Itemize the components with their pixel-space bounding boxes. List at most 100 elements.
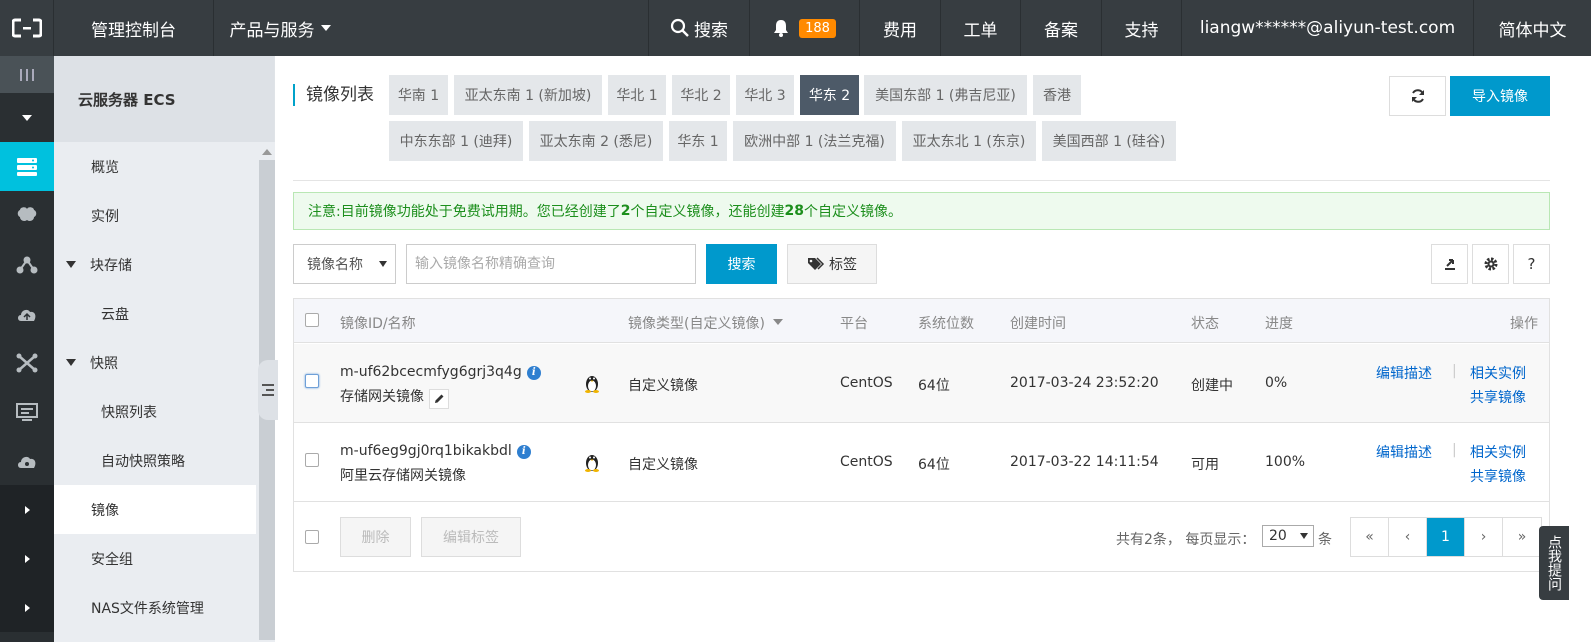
pager-first-button[interactable]: « [1351, 518, 1389, 556]
scroll-up-icon[interactable] [262, 149, 272, 155]
region-tab[interactable]: 华北 1 [608, 75, 666, 115]
notice-created-count: 2 [620, 203, 631, 219]
sidebar-item-disks[interactable]: 云盘 [54, 289, 256, 338]
expand-down-icon[interactable] [0, 93, 54, 142]
notice-text: 个自定义镜像，还能创建 [630, 204, 785, 220]
region-tab[interactable]: 亚太东南 1 (新加坡) [454, 75, 602, 115]
network-icon[interactable] [0, 240, 54, 289]
list-screen-icon[interactable] [0, 387, 54, 436]
region-tab[interactable]: 欧洲中部 1 (法兰克福) [733, 121, 896, 161]
language-menu[interactable]: 简体中文 [1473, 0, 1591, 56]
pager-next-button[interactable]: › [1465, 518, 1503, 556]
row-checkbox[interactable] [305, 374, 319, 388]
pager-prev-button[interactable]: ‹ [1389, 518, 1427, 556]
cloud-upload-icon[interactable] [0, 289, 54, 338]
aliyun-logo-icon[interactable] [0, 0, 54, 56]
brain-icon[interactable] [0, 191, 54, 240]
region-tab[interactable]: 华北 2 [672, 75, 730, 115]
products-menu[interactable]: 产品与服务 [214, 0, 346, 56]
chevron-right-icon[interactable] [0, 485, 54, 534]
sidebar-collapse-icon[interactable] [258, 360, 278, 420]
filter-type-select[interactable]: 镜像名称 [293, 244, 396, 284]
column-header-type[interactable]: 镜像类型(自定义镜像) [628, 313, 783, 333]
search-link[interactable]: 搜索 [648, 0, 749, 56]
refresh-button[interactable] [1389, 76, 1446, 116]
sidebar-item-auto-snapshot-policy[interactable]: 自动快照策略 [54, 436, 256, 485]
tag-button[interactable]: 标签 [787, 244, 877, 284]
info-icon[interactable]: i [516, 444, 531, 459]
divider: | [1452, 363, 1457, 379]
import-image-button[interactable]: 导入镜像 [1450, 76, 1550, 116]
related-instances-link[interactable]: 相关实例 [1470, 363, 1526, 383]
image-platform: CentOS [840, 454, 893, 470]
account-menu[interactable]: liangw******@aliyun-test.com [1181, 0, 1473, 56]
info-icon[interactable]: i [526, 365, 541, 380]
settings-button[interactable] [1472, 244, 1509, 284]
select-all-checkbox[interactable] [305, 313, 319, 327]
ticket-link[interactable]: 工单 [940, 0, 1020, 56]
filter-type-value: 镜像名称 [307, 257, 363, 273]
search-icon [670, 18, 689, 37]
notifications-button[interactable]: 188 [749, 0, 859, 56]
delete-button[interactable]: 删除 [340, 517, 411, 557]
select-all-footer-checkbox[interactable] [305, 530, 319, 544]
chevron-right-icon[interactable] [0, 534, 54, 583]
edit-tags-button[interactable]: 编辑标签 [421, 517, 521, 557]
cross-arrows-icon[interactable] [0, 338, 54, 387]
edit-description-link[interactable]: 编辑描述 [1376, 442, 1432, 462]
sidebar-item-overview[interactable]: 概览 [54, 142, 256, 191]
edit-description-link[interactable]: 编辑描述 [1376, 363, 1432, 383]
bell-icon [774, 20, 789, 37]
ask-question-float-button[interactable]: 点我提问 [1539, 526, 1569, 600]
image-id: m-uf62bcecmfyg6grj3q4g i [340, 364, 541, 380]
sidebar-item-nas[interactable]: NAS文件系统管理 [54, 583, 256, 632]
region-tab[interactable]: 中东东部 1 (迪拜) [389, 121, 523, 161]
region-tab[interactable]: 美国东部 1 (弗吉尼亚) [864, 75, 1027, 115]
column-header-status: 状态 [1191, 316, 1219, 332]
pager-current-page[interactable]: 1 [1427, 518, 1465, 556]
region-tab[interactable]: 华南 1 [389, 75, 448, 115]
server-icon[interactable] [0, 142, 54, 191]
page-size-select[interactable]: 20 [1262, 525, 1314, 547]
related-instances-link[interactable]: 相关实例 [1470, 442, 1526, 462]
region-tab-selected[interactable]: 华东 2 [800, 75, 859, 115]
console-home-link[interactable]: 管理控制台 [54, 0, 214, 56]
sidebar-item-images[interactable]: 镜像 [54, 485, 256, 534]
sidebar-item-security-groups[interactable]: 安全组 [54, 534, 256, 583]
pencil-icon[interactable] [429, 389, 449, 409]
search-input[interactable] [406, 244, 696, 284]
caret-down-icon [772, 319, 783, 325]
chevron-right-icon[interactable] [0, 583, 54, 632]
region-tab[interactable]: 华北 3 [736, 75, 794, 115]
image-progress: 100% [1265, 454, 1306, 470]
share-image-link[interactable]: 共享镜像 [1470, 387, 1526, 407]
divider [293, 180, 1550, 181]
sidebar-item-label: 安全组 [91, 551, 133, 568]
pager-last-button[interactable]: » [1503, 518, 1541, 556]
billing-label: 费用 [883, 20, 917, 41]
share-image-link[interactable]: 共享镜像 [1470, 466, 1526, 486]
support-link[interactable]: 支持 [1101, 0, 1181, 56]
menu-toggle-icon[interactable] [0, 56, 54, 93]
row-checkbox[interactable] [305, 453, 319, 467]
help-button[interactable]: ? [1513, 244, 1550, 284]
icp-link[interactable]: 备案 [1020, 0, 1101, 56]
sidebar-group-block-storage[interactable]: 块存储 [54, 240, 256, 289]
sidebar-group-snapshots[interactable]: 快照 [54, 338, 256, 387]
caret-down-icon [66, 359, 76, 366]
region-tab[interactable]: 美国西部 1 (硅谷) [1042, 121, 1176, 161]
table-header: 镜像ID/名称 镜像类型(自定义镜像) 平台 系统位数 创建时间 状态 进度 操… [294, 299, 1549, 343]
export-button[interactable] [1431, 244, 1468, 284]
refresh-icon [1411, 89, 1424, 103]
region-tab[interactable]: 香港 [1033, 75, 1081, 115]
region-tab[interactable]: 亚太东北 1 (东京) [902, 121, 1036, 161]
billing-link[interactable]: 费用 [859, 0, 940, 56]
sidebar-item-instances[interactable]: 实例 [54, 191, 256, 240]
image-bits: 64位 [918, 378, 950, 394]
search-button[interactable]: 搜索 [706, 244, 777, 284]
sidebar-item-snapshot-list[interactable]: 快照列表 [54, 387, 256, 436]
sidebar: 云服务器 ECS 概览 实例 块存储 云盘 快照 快照列表 自动快照策略 镜像 … [54, 56, 275, 642]
region-tab[interactable]: 华东 1 [669, 121, 727, 161]
cloud-icon[interactable] [0, 436, 54, 485]
region-tab[interactable]: 亚太东南 2 (悉尼) [529, 121, 663, 161]
